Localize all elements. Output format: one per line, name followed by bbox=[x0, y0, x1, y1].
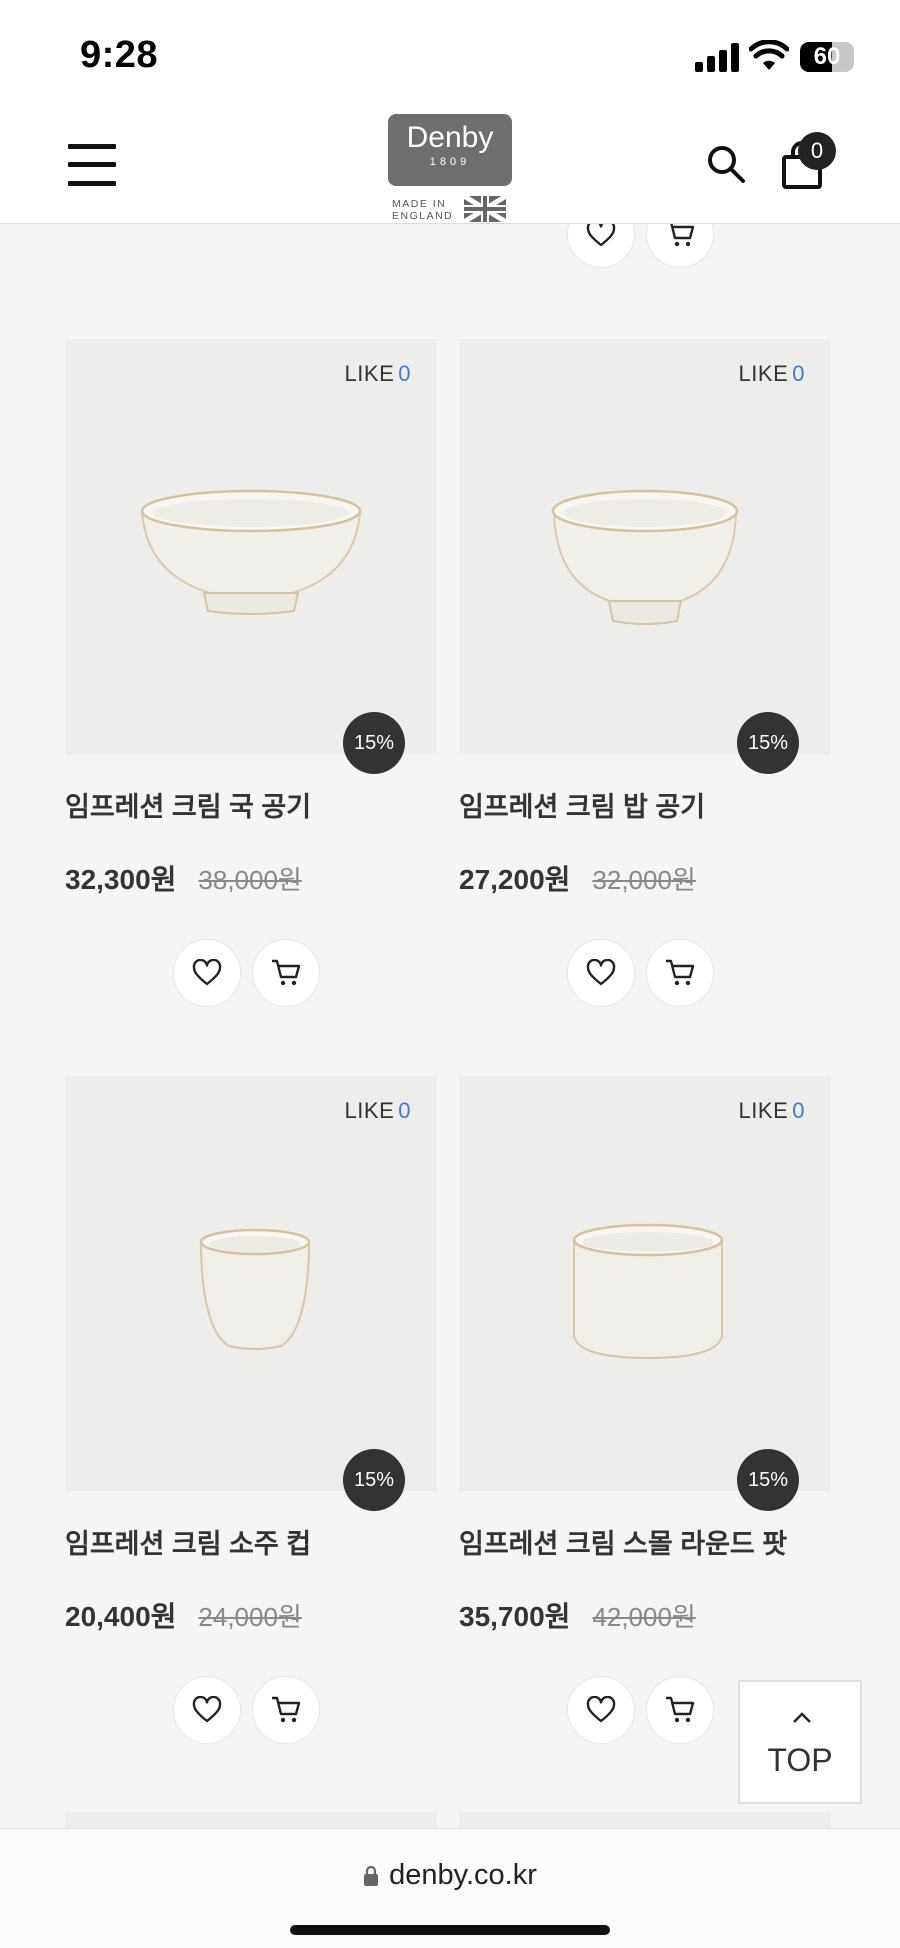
denby-logo[interactable]: Denby 1809 MADE IN ENGLAND bbox=[388, 114, 512, 222]
cart-count-badge: 0 bbox=[798, 132, 836, 170]
product-image[interactable]: LIKE 0 15% bbox=[65, 1076, 437, 1511]
wishlist-button[interactable] bbox=[173, 939, 241, 1007]
signal-icon bbox=[695, 42, 741, 72]
add-to-cart-button[interactable] bbox=[252, 939, 320, 1007]
product-name[interactable]: 임프레션 크림 소주 컵 bbox=[65, 1522, 311, 1561]
discount-badge: 15% bbox=[343, 712, 405, 774]
discount-badge: 15% bbox=[343, 1449, 405, 1511]
add-to-cart-button[interactable] bbox=[646, 939, 714, 1007]
original-price: 32,000원 bbox=[592, 865, 696, 895]
soju-cup-photo bbox=[199, 1228, 311, 1350]
home-indicator[interactable] bbox=[290, 1925, 610, 1935]
status-time: 9:28 bbox=[80, 34, 159, 76]
cart-icon bbox=[272, 959, 301, 986]
status-bar: 9:28 60 bbox=[0, 0, 900, 108]
product-name[interactable]: 임프레션 크림 국 공기 bbox=[65, 785, 311, 824]
site-header: Denby 1809 MADE IN ENGLAND 0 bbox=[0, 108, 900, 224]
add-to-cart-button[interactable] bbox=[646, 1676, 714, 1744]
product-card[interactable]: LIKE 0 15% 임프레션 크림 소주 컵 20,400원 24,000원 bbox=[65, 1076, 437, 1744]
product-name[interactable]: 임프레션 크림 스몰 라운드 팟 bbox=[459, 1522, 787, 1561]
round-pot-photo bbox=[572, 1223, 724, 1360]
lock-icon bbox=[364, 1865, 379, 1886]
price-row: 35,700원 42,000원 bbox=[459, 1595, 696, 1635]
discount-badge: 15% bbox=[737, 712, 799, 774]
battery-icon: 60 bbox=[800, 42, 854, 72]
like-counter[interactable]: LIKE 0 bbox=[345, 1098, 411, 1124]
price-row: 27,200원 32,000원 bbox=[459, 858, 696, 898]
hamburger-menu-icon[interactable] bbox=[68, 144, 116, 186]
like-counter[interactable]: LIKE 0 bbox=[739, 1098, 805, 1124]
wifi-icon bbox=[749, 40, 789, 70]
heart-icon bbox=[192, 1696, 222, 1723]
sale-price: 27,200원 bbox=[459, 864, 571, 895]
original-price: 24,000원 bbox=[198, 1602, 302, 1632]
sale-price: 20,400원 bbox=[65, 1601, 177, 1632]
cart-icon bbox=[272, 1696, 301, 1723]
heart-icon bbox=[586, 220, 616, 247]
wishlist-button[interactable] bbox=[173, 1676, 241, 1744]
original-price: 38,000원 bbox=[198, 865, 302, 895]
product-card[interactable]: LIKE 0 15% 임프레션 크림 밥 공기 27,200원 32,000원 bbox=[459, 339, 831, 1007]
add-to-cart-button[interactable] bbox=[252, 1676, 320, 1744]
discount-badge: 15% bbox=[737, 1449, 799, 1511]
rice-bowl-photo bbox=[551, 489, 739, 625]
chevron-up-icon bbox=[793, 1712, 811, 1723]
heart-icon bbox=[192, 959, 222, 986]
logo-name: Denby bbox=[406, 121, 494, 154]
cart-icon bbox=[666, 1696, 695, 1723]
product-name[interactable]: 임프레션 크림 밥 공기 bbox=[459, 785, 705, 824]
heart-icon bbox=[586, 959, 616, 986]
browser-address-bar[interactable]: denby.co.kr bbox=[0, 1828, 900, 1948]
like-counter[interactable]: LIKE 0 bbox=[345, 361, 411, 387]
cart-icon bbox=[666, 959, 695, 986]
price-row: 32,300원 38,000원 bbox=[65, 858, 302, 898]
product-image[interactable]: LIKE 0 15% bbox=[459, 339, 831, 774]
union-flag-icon bbox=[464, 196, 506, 222]
product-card[interactable]: LIKE 0 15% 임프레션 크림 국 공기 32,300원 38,000원 bbox=[65, 339, 437, 1007]
heart-icon bbox=[586, 1696, 616, 1723]
soup-bowl-photo bbox=[140, 489, 362, 615]
logo-made-in-england: MADE IN ENGLAND bbox=[392, 198, 454, 222]
sale-price: 35,700원 bbox=[459, 1601, 571, 1632]
scroll-to-top-button[interactable]: TOP bbox=[738, 1680, 862, 1804]
top-label: TOP bbox=[767, 1742, 833, 1778]
product-card[interactable]: LIKE 0 15% 임프레션 크림 스몰 라운드 팟 35,700원 42,000… bbox=[459, 1076, 831, 1744]
logo-year: 1809 bbox=[429, 156, 471, 168]
product-image[interactable]: LIKE 0 15% bbox=[459, 1076, 831, 1511]
battery-level: 60 bbox=[813, 43, 841, 70]
wishlist-button[interactable] bbox=[567, 1676, 635, 1744]
sale-price: 32,300원 bbox=[65, 864, 177, 895]
price-row: 20,400원 24,000원 bbox=[65, 1595, 302, 1635]
url-text: denby.co.kr bbox=[389, 1859, 537, 1891]
search-icon[interactable] bbox=[706, 144, 746, 184]
like-counter[interactable]: LIKE 0 bbox=[739, 361, 805, 387]
url-display[interactable]: denby.co.kr bbox=[0, 1859, 900, 1892]
wishlist-button[interactable] bbox=[567, 939, 635, 1007]
original-price: 42,000원 bbox=[592, 1602, 696, 1632]
product-image[interactable]: LIKE 0 15% bbox=[65, 339, 437, 774]
